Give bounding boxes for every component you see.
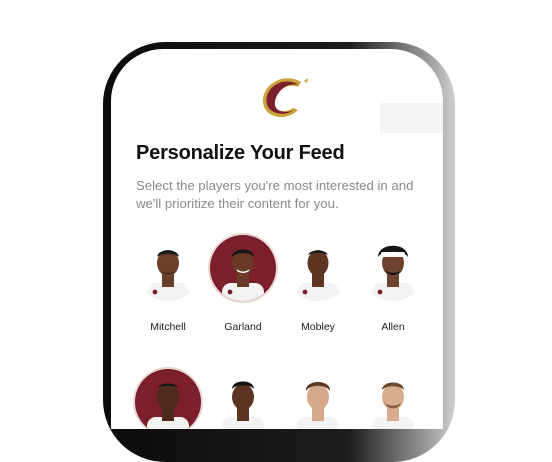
player-card-allen[interactable]: Allen [357,235,429,333]
player-card-mobley[interactable]: Mobley [282,235,354,333]
page-subtitle: Select the players you're most intereste… [136,178,414,211]
player-avatar [285,235,351,301]
player-card[interactable] [282,369,354,429]
page-title: Personalize Your Feed [136,142,345,164]
player-name: Allen [381,321,405,333]
player-avatar [135,235,201,301]
player-avatar [285,369,351,429]
player-name: Mitchell [150,321,186,333]
status-bar-placeholder [380,103,443,133]
cavaliers-logo-icon [257,75,309,121]
player-name: Garland [224,321,262,333]
player-card-mitchell[interactable]: Mitchell [132,235,204,333]
player-card[interactable] [132,369,204,429]
player-card-garland[interactable]: Garland [207,235,279,333]
app-screen: Personalize Your Feed Select the players… [111,49,443,429]
player-avatar-selected [210,235,276,301]
player-avatar [360,235,426,301]
player-avatar [210,369,276,429]
player-avatar-selected [135,369,201,429]
player-card[interactable] [207,369,279,429]
player-avatar [360,369,426,429]
player-card[interactable] [357,369,429,429]
player-name: Mobley [301,321,335,333]
